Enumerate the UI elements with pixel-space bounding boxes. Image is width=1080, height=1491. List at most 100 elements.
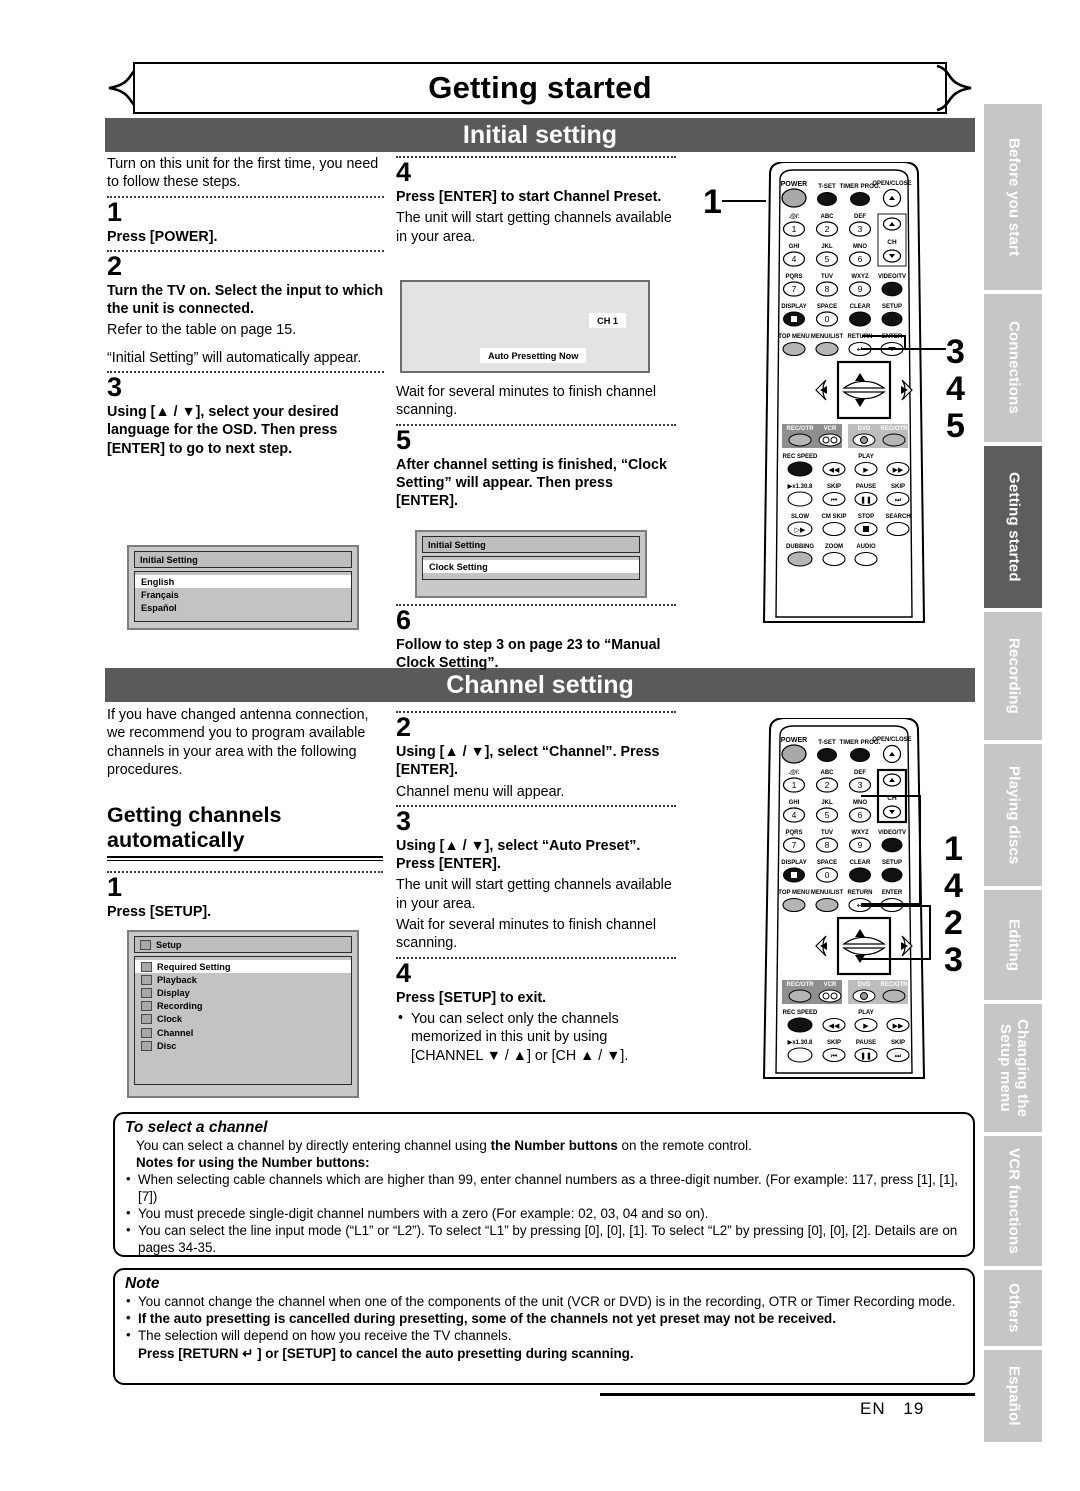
setup-item-channel[interactable]: Channel xyxy=(135,1026,351,1039)
svg-text:PQRS: PQRS xyxy=(785,830,802,836)
svg-text:SPACE: SPACE xyxy=(817,304,837,310)
svg-text:7: 7 xyxy=(792,284,797,294)
tv-screen-auto-presetting: CH 1 Auto Presetting Now xyxy=(400,280,650,373)
step-number-2: 2 xyxy=(107,250,123,281)
setup-item-label: Channel xyxy=(157,1027,194,1038)
leader-line xyxy=(861,958,931,961)
svg-text:▶▶: ▶▶ xyxy=(893,467,904,474)
setup-item-clock[interactable]: Clock xyxy=(135,1013,351,1026)
divider xyxy=(396,156,676,158)
svg-text:CLEAR: CLEAR xyxy=(850,304,871,310)
to-select-a-channel-line1: You can select a channel by directly ent… xyxy=(125,1138,963,1155)
step-1-instruction: Press [POWER]. xyxy=(107,228,218,245)
svg-text:TUV: TUV xyxy=(821,830,833,836)
osd-language-option-english[interactable]: English xyxy=(135,575,351,589)
page-title-banner: Getting started xyxy=(105,62,975,114)
side-tab-changing-the-setup-menu[interactable]: Changing the Setup menu xyxy=(984,1004,1042,1132)
svg-text:SPACE: SPACE xyxy=(817,860,837,866)
svg-text:ENTER: ENTER xyxy=(882,890,903,896)
callout-2-channel: 2 xyxy=(944,904,963,942)
svg-text:GHI: GHI xyxy=(789,244,800,250)
side-tab-recording[interactable]: Recording xyxy=(984,612,1042,740)
step-4-bullet-text: You can select only the channels memoriz… xyxy=(411,1010,629,1064)
svg-text:SKIP: SKIP xyxy=(891,484,905,490)
tv-status-tag: Auto Presetting Now xyxy=(480,348,587,363)
osd-option-label: English xyxy=(141,576,175,587)
svg-text:SETUP: SETUP xyxy=(882,304,902,310)
svg-text:AUDIO: AUDIO xyxy=(856,544,876,550)
osd-language-list: English Français Español xyxy=(134,571,352,622)
svg-text:TOP MENU: TOP MENU xyxy=(778,334,809,340)
side-tab-connections[interactable]: Connections xyxy=(984,294,1042,442)
osd-language-option-francais[interactable]: Français xyxy=(135,588,351,601)
svg-text:0: 0 xyxy=(825,870,830,880)
osd-language-option-espanol[interactable]: Español xyxy=(135,601,351,614)
to-select-a-channel-heading: To select a channel xyxy=(125,1119,268,1136)
svg-text:DEF: DEF xyxy=(854,770,866,776)
osd-clock-list: Clock Setting xyxy=(422,556,640,581)
svg-text:REC SPEED: REC SPEED xyxy=(783,454,818,460)
svg-text:ABC: ABC xyxy=(821,214,835,220)
rule xyxy=(107,855,383,858)
svg-text:JKL: JKL xyxy=(821,244,833,250)
setup-item-recording[interactable]: Recording xyxy=(135,1000,351,1013)
step-number-5: 5 xyxy=(396,424,412,455)
step-number-2-channel: 2 xyxy=(396,712,412,742)
svg-text:CM SKIP: CM SKIP xyxy=(821,514,846,520)
svg-text:MNO: MNO xyxy=(853,800,867,806)
svg-text:VIDEO/TV: VIDEO/TV xyxy=(878,830,906,836)
svg-text:REC/OTR: REC/OTR xyxy=(787,982,815,988)
svg-text:SETUP: SETUP xyxy=(882,860,902,866)
osd-option-clock-setting[interactable]: Clock Setting xyxy=(423,560,639,574)
side-tab-before-you-start[interactable]: Before you start xyxy=(984,104,1042,290)
osd-setup-menu: Setup Required Setting Playback Display … xyxy=(127,930,359,1098)
side-tab-getting-started[interactable]: Getting started xyxy=(984,446,1042,608)
side-tab-espanol[interactable]: Español xyxy=(984,1350,1042,1442)
side-tab-label: VCR functions xyxy=(1005,1148,1023,1254)
note-final-line: Press [RETURN ↵ ] or [SETUP] to cancel t… xyxy=(138,1345,634,1361)
svg-text:DISPLAY: DISPLAY xyxy=(781,304,806,310)
side-tab-editing[interactable]: Editing xyxy=(984,890,1042,1000)
setup-item-required-setting[interactable]: Required Setting xyxy=(135,960,351,974)
side-tab-label: Connections xyxy=(1005,321,1023,415)
svg-text:SKIP: SKIP xyxy=(891,1040,905,1046)
setup-item-label: Recording xyxy=(157,1001,203,1012)
svg-text:VCR: VCR xyxy=(824,982,837,988)
list-item: You can select the line input mode (“L1”… xyxy=(125,1222,963,1257)
note-bullets: You cannot change the channel when one o… xyxy=(125,1293,963,1345)
initial-setting-middle-column-3: 6 Follow to step 3 on page 23 to “Manual… xyxy=(396,600,676,676)
leader-line xyxy=(722,200,766,203)
leader-line xyxy=(929,905,932,960)
tv-channel-tag: CH 1 xyxy=(589,313,626,328)
svg-text:ZOOM: ZOOM xyxy=(825,544,843,550)
side-tab-label: Changing the Setup menu xyxy=(997,1018,1031,1118)
to-select-a-channel-bullets: When selecting cable channels which are … xyxy=(125,1171,963,1257)
side-tab-vcr-functions[interactable]: VCR functions xyxy=(984,1136,1042,1266)
divider xyxy=(107,371,384,374)
svg-text:MENU/LIST: MENU/LIST xyxy=(811,334,844,340)
svg-text:ABC: ABC xyxy=(821,770,835,776)
side-tab-others[interactable]: Others xyxy=(984,1270,1042,1346)
callout-1-initial: 1 xyxy=(703,183,722,221)
svg-text:6: 6 xyxy=(858,254,863,264)
setup-item-label: Required Setting xyxy=(157,961,231,972)
svg-text:POWER: POWER xyxy=(781,737,807,744)
side-tab-playing-discs[interactable]: Playing discs xyxy=(984,744,1042,886)
note-heading: Note xyxy=(125,1275,160,1292)
svg-text:▶: ▶ xyxy=(863,1023,869,1030)
osd-title: Initial Setting xyxy=(134,551,352,568)
svg-text:5: 5 xyxy=(825,254,830,264)
svg-text:9: 9 xyxy=(858,284,863,294)
callout-4-initial: 4 xyxy=(946,370,965,408)
osd-setup-title-bar: Setup xyxy=(134,936,352,953)
leader-line xyxy=(919,795,922,905)
setup-item-disc[interactable]: Disc xyxy=(135,1039,351,1052)
svg-text:WXYZ: WXYZ xyxy=(851,274,869,280)
svg-text:◀◀: ◀◀ xyxy=(829,467,840,474)
svg-text:RETURN: RETURN xyxy=(848,890,873,896)
svg-text:❚❚: ❚❚ xyxy=(860,496,872,504)
footer-language-code: EN xyxy=(860,1399,886,1418)
channel-setting-step-1-block: 1 Press [SETUP]. xyxy=(107,867,383,924)
setup-item-playback[interactable]: Playback xyxy=(135,973,351,986)
setup-item-display[interactable]: Display xyxy=(135,986,351,999)
